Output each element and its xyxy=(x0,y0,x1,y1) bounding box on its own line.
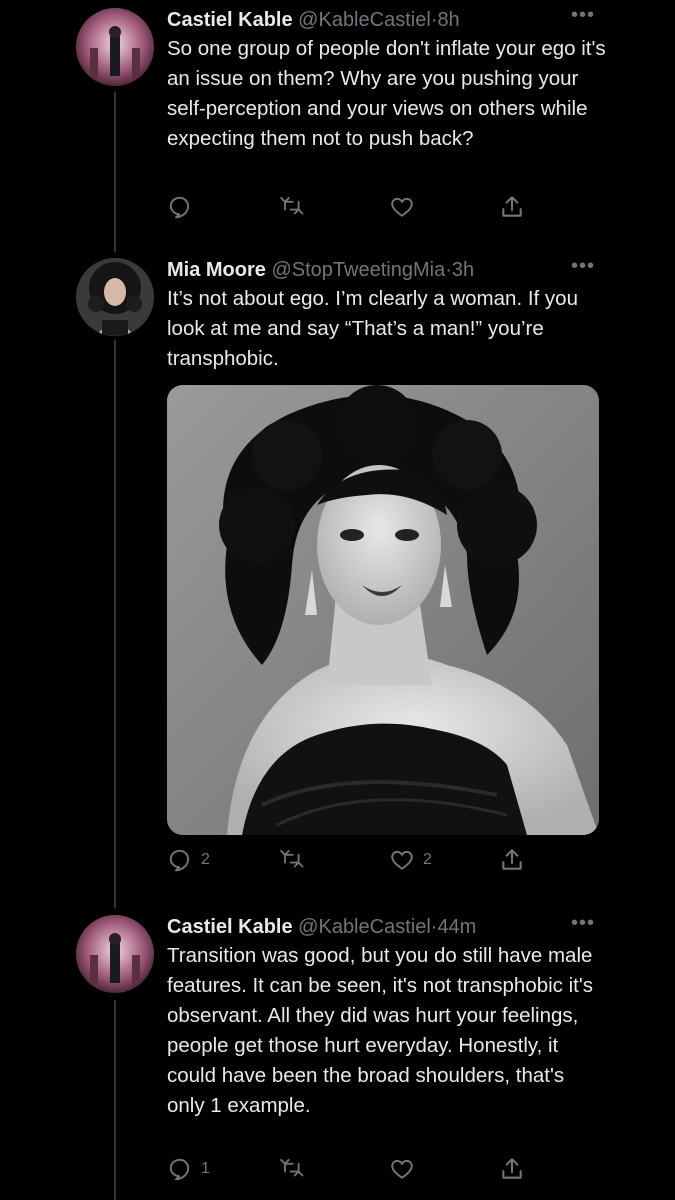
like-button[interactable]: 2 xyxy=(389,846,432,874)
tweet-text: So one group of people don't inflate you… xyxy=(167,37,612,150)
reply-icon xyxy=(169,1158,190,1181)
reply-button[interactable]: 1 xyxy=(167,1155,210,1183)
action-bar: 1 xyxy=(167,1155,527,1183)
reply-icon xyxy=(169,196,190,219)
avatar[interactable] xyxy=(76,258,154,336)
like-button[interactable] xyxy=(389,1155,423,1183)
retweet-icon xyxy=(280,196,304,215)
timestamp[interactable]: 44m xyxy=(437,916,476,938)
retweet-button[interactable] xyxy=(279,846,305,874)
share-icon xyxy=(502,849,522,870)
action-bar xyxy=(167,193,527,221)
tweet[interactable]: Mia Moore @StopTweetingMia·3h ••• It’s n… xyxy=(0,255,675,895)
heart-icon xyxy=(391,1159,413,1179)
display-name[interactable]: Mia Moore xyxy=(167,259,266,281)
tweet-photo[interactable] xyxy=(167,385,599,835)
retweet-button[interactable] xyxy=(279,1155,305,1183)
tweet-header: Castiel Kable @KableCastiel·44m xyxy=(167,915,615,939)
action-bar: 2 2 xyxy=(167,846,527,874)
avatar[interactable] xyxy=(76,8,154,86)
more-dots-icon[interactable]: ••• xyxy=(571,912,595,935)
like-button[interactable] xyxy=(389,193,423,221)
tweet-header: Castiel Kable @KableCastiel·8h xyxy=(167,8,615,32)
retweet-icon xyxy=(280,1158,304,1177)
share-icon xyxy=(502,196,522,217)
like-count: 2 xyxy=(423,851,432,868)
tweet-header: Mia Moore @StopTweetingMia·3h xyxy=(167,258,615,282)
reply-count: 2 xyxy=(201,851,210,868)
retweet-icon xyxy=(280,849,304,868)
retweet-button[interactable] xyxy=(279,193,305,221)
display-name[interactable]: Castiel Kable xyxy=(167,9,293,31)
user-handle[interactable]: @KableCastiel xyxy=(298,916,431,938)
reply-button[interactable] xyxy=(167,193,201,221)
reply-count: 1 xyxy=(201,1160,210,1177)
tweet-text: It’s not about ego. I’m clearly a woman.… xyxy=(167,287,584,370)
tweet[interactable]: Castiel Kable @KableCastiel·8h ••• So on… xyxy=(0,0,675,240)
reply-icon xyxy=(169,849,190,872)
user-handle[interactable]: @KableCastiel xyxy=(298,9,431,31)
separator: · xyxy=(445,259,452,281)
more-dots-icon[interactable]: ••• xyxy=(571,255,595,278)
share-button[interactable] xyxy=(499,193,525,221)
more-dots-icon[interactable]: ••• xyxy=(571,4,595,27)
share-button[interactable] xyxy=(499,846,525,874)
timestamp[interactable]: 3h xyxy=(452,259,474,281)
heart-icon xyxy=(391,850,413,870)
avatar[interactable] xyxy=(76,915,154,993)
user-handle[interactable]: @StopTweetingMia xyxy=(271,259,445,281)
display-name[interactable]: Castiel Kable xyxy=(167,916,293,938)
tweet[interactable]: Castiel Kable @KableCastiel·44m ••• Tran… xyxy=(0,910,675,1200)
reply-button[interactable]: 2 xyxy=(167,846,210,874)
share-icon xyxy=(502,1158,522,1179)
heart-icon xyxy=(391,197,413,217)
tweet-text: Transition was good, but you do still ha… xyxy=(167,944,599,1117)
share-button[interactable] xyxy=(499,1155,525,1183)
timestamp[interactable]: 8h xyxy=(437,9,459,31)
